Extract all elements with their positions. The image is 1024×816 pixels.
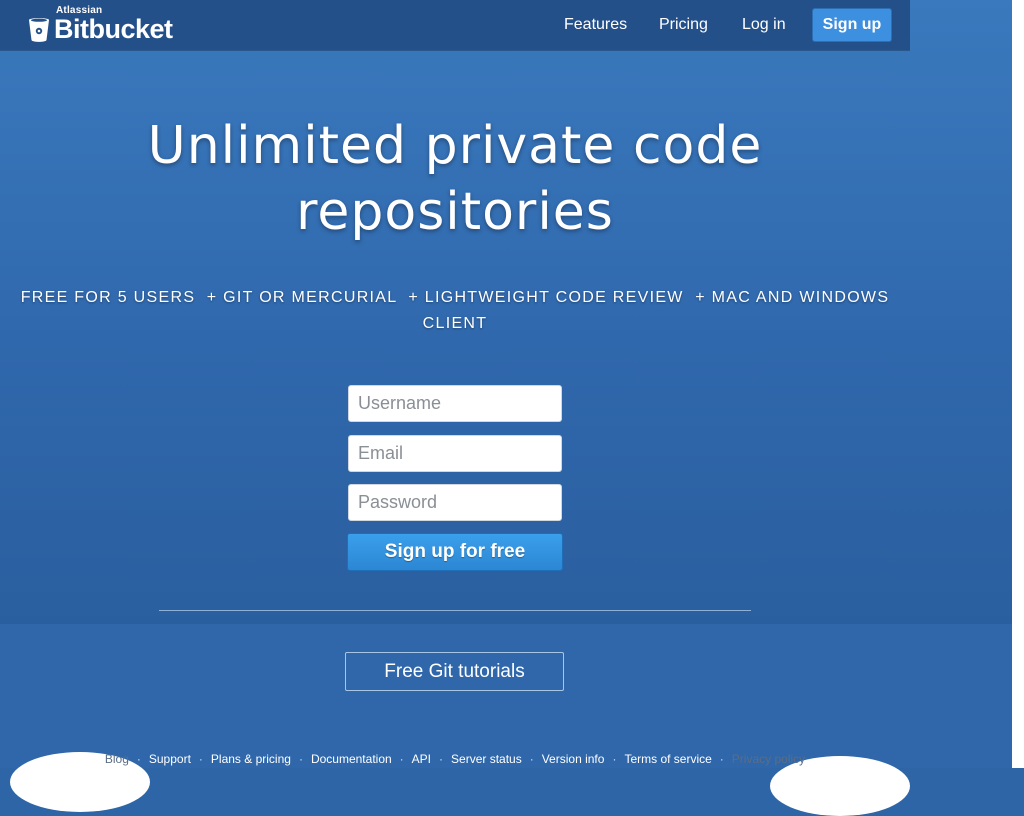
footer-link-plans-pricing[interactable]: Plans & pricing — [211, 752, 291, 766]
headline-line-2: repositories — [296, 182, 614, 242]
username-input[interactable] — [348, 385, 562, 422]
footer-links: Blog · Support · Plans & pricing · Documentati… — [0, 752, 910, 766]
footer-link-terms[interactable]: Terms of service — [624, 752, 711, 766]
footer-separator: · — [529, 752, 534, 766]
footer-link-api[interactable]: API — [412, 752, 431, 766]
lower-section — [0, 624, 1012, 768]
bitbucket-logo[interactable]: Atlassian Bitbucket — [28, 5, 188, 45]
email-input[interactable] — [348, 435, 562, 472]
bitbucket-logo-icon — [29, 18, 49, 42]
feature-list-line-2: CLIENT — [422, 315, 488, 332]
feature-list: FREE FOR 5 USERS + GIT OR MERCURIAL + LI… — [0, 285, 910, 337]
section-divider — [159, 610, 751, 611]
password-input[interactable] — [348, 484, 562, 521]
nav-login[interactable]: Log in — [742, 16, 786, 34]
page-edge — [1012, 0, 1024, 768]
footer-separator: · — [136, 752, 141, 766]
feature-list-line-1: FREE FOR 5 USERS + GIT OR MERCURIAL + LI… — [20, 289, 890, 306]
footer-link-privacy[interactable]: Privacy policy — [732, 752, 805, 766]
nav-pricing[interactable]: Pricing — [659, 16, 708, 34]
nav-signup-button[interactable]: Sign up — [812, 8, 892, 42]
bitbucket-wordmark: Bitbucket — [54, 14, 173, 44]
top-navigation-bar: Atlassian Bitbucket Features Pricing Log… — [0, 0, 910, 50]
nav-features[interactable]: Features — [564, 16, 627, 34]
footer-separator: · — [439, 752, 444, 766]
footer-link-version-info[interactable]: Version info — [542, 752, 605, 766]
footer-separator: · — [399, 752, 404, 766]
footer-link-support[interactable]: Support — [149, 752, 191, 766]
footer-separator: · — [719, 752, 724, 766]
footer-separator: · — [612, 752, 617, 766]
headline-line-1: Unlimited private code — [147, 116, 763, 176]
footer-link-documentation[interactable]: Documentation — [311, 752, 392, 766]
footer-separator: · — [198, 752, 203, 766]
signup-for-free-button[interactable]: Sign up for free — [347, 533, 563, 571]
footer-link-blog[interactable]: Blog — [105, 752, 129, 766]
footer-separator: · — [298, 752, 303, 766]
footer-link-server-status[interactable]: Server status — [451, 752, 522, 766]
free-git-tutorials-button[interactable]: Free Git tutorials — [345, 652, 564, 691]
